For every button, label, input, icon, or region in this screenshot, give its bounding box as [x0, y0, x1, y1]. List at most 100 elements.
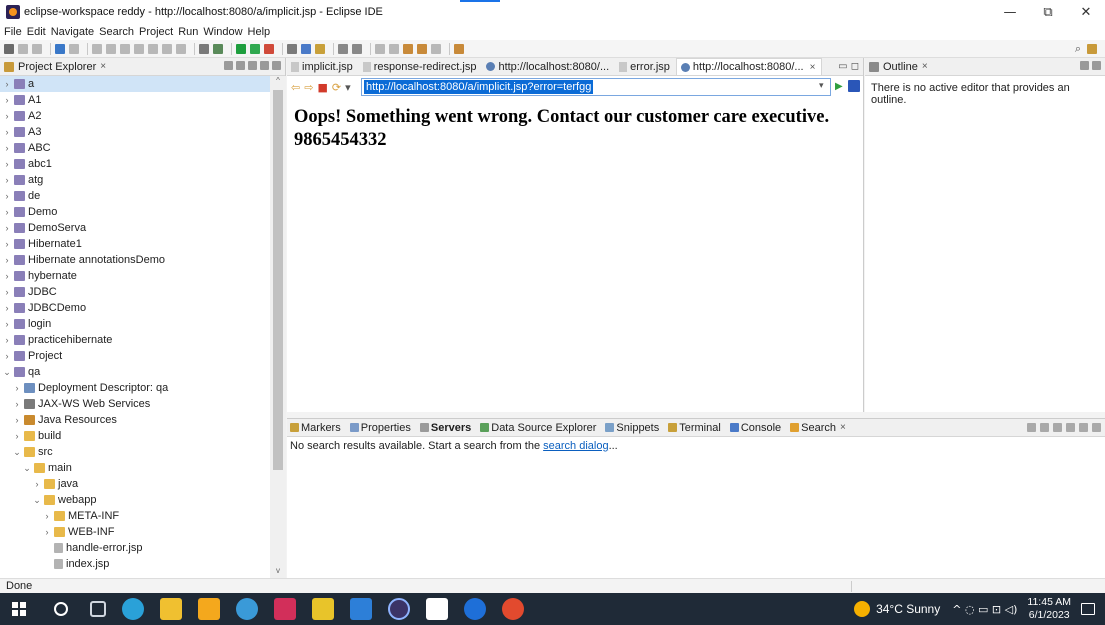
- close-tab-icon[interactable]: ×: [840, 422, 846, 433]
- tree-item[interactable]: › A1: [0, 92, 270, 108]
- chevron-down-icon[interactable]: ⌄: [32, 495, 42, 506]
- menu-help[interactable]: Help: [248, 26, 271, 38]
- tree-item[interactable]: ⌄ qa: [0, 364, 270, 380]
- chevron-right-icon[interactable]: ›: [2, 191, 12, 201]
- tree-item[interactable]: › A3: [0, 124, 270, 140]
- chevron-right-icon[interactable]: ›: [2, 223, 12, 233]
- close-view-icon[interactable]: ×: [100, 61, 106, 72]
- coverage-icon[interactable]: [264, 43, 274, 54]
- panel-maximize-icon[interactable]: [1092, 423, 1101, 432]
- step-return-icon[interactable]: [176, 43, 186, 54]
- disconnect-icon[interactable]: [134, 43, 144, 54]
- tree-item[interactable]: handle-error.jsp: [0, 540, 270, 556]
- clock[interactable]: 11:45 AM 6/1/2023: [1027, 596, 1071, 622]
- tree-item[interactable]: › JDBC: [0, 284, 270, 300]
- annotation-icon[interactable]: [352, 43, 362, 54]
- tree-item[interactable]: › WEB-INF: [0, 524, 270, 540]
- restore-button[interactable]: ⧉: [1029, 0, 1067, 24]
- new-java-icon[interactable]: [301, 43, 311, 54]
- tree-item[interactable]: › practicehibernate: [0, 332, 270, 348]
- history-dropdown-icon[interactable]: ▾: [345, 81, 351, 94]
- file-explorer-icon[interactable]: [160, 598, 182, 620]
- bottom-tab[interactable]: Snippets: [602, 422, 659, 434]
- notification-icon[interactable]: [1081, 603, 1095, 615]
- chrome-icon[interactable]: [502, 598, 524, 620]
- close-button[interactable]: ✕: [1067, 0, 1105, 24]
- tree-item[interactable]: › A2: [0, 108, 270, 124]
- chevron-right-icon[interactable]: ›: [2, 303, 12, 313]
- editor-tab[interactable]: implicit.jsp: [287, 58, 359, 75]
- bottom-tab[interactable]: Servers: [417, 422, 471, 434]
- editor-tab[interactable]: http://localhost:8080/... ×: [675, 58, 823, 75]
- tree-item[interactable]: › login: [0, 316, 270, 332]
- bottom-tab[interactable]: Search ×: [787, 422, 846, 434]
- skip-icon[interactable]: [69, 43, 79, 54]
- search-prev-icon[interactable]: [1027, 423, 1036, 432]
- new-icon[interactable]: [4, 43, 14, 54]
- refresh-icon[interactable]: ⟳: [332, 81, 341, 94]
- tree-scrollbar[interactable]: ^ v: [270, 76, 286, 578]
- windows-start-icon[interactable]: [12, 602, 26, 616]
- chevron-right-icon[interactable]: ›: [2, 351, 12, 361]
- search-toolbar-icon[interactable]: [338, 43, 348, 54]
- chevron-down-icon[interactable]: ⌄: [12, 447, 22, 458]
- chevron-right-icon[interactable]: ›: [2, 239, 12, 249]
- maximize-view-icon[interactable]: [272, 61, 281, 70]
- new-server-icon[interactable]: [287, 43, 297, 54]
- pycharm-icon[interactable]: [312, 598, 334, 620]
- tree-item[interactable]: › ABC: [0, 140, 270, 156]
- chevron-down-icon[interactable]: ⌄: [22, 463, 32, 474]
- chevron-right-icon[interactable]: ›: [2, 175, 12, 185]
- url-text[interactable]: http://localhost:8080/a/implicit.jsp?err…: [364, 80, 594, 94]
- close-tab-icon[interactable]: ×: [810, 62, 816, 73]
- search-history-icon[interactable]: [1053, 423, 1062, 432]
- chevron-right-icon[interactable]: ›: [12, 399, 22, 409]
- pin-icon[interactable]: [454, 43, 464, 54]
- outline-maximize-icon[interactable]: [1092, 61, 1101, 70]
- tree-item[interactable]: › abc1: [0, 156, 270, 172]
- collapse-all-icon[interactable]: [224, 61, 233, 70]
- open-task-icon[interactable]: [315, 43, 325, 54]
- menu-run[interactable]: Run: [178, 26, 198, 38]
- build-icon[interactable]: [213, 43, 223, 54]
- suspend-icon[interactable]: [106, 43, 116, 54]
- notepad-icon[interactable]: [426, 598, 448, 620]
- save-icon[interactable]: [18, 43, 28, 54]
- bottom-tab[interactable]: Properties: [347, 422, 411, 434]
- forward-arrow-icon[interactable]: ⇨: [304, 81, 313, 94]
- chevron-right-icon[interactable]: ›: [2, 271, 12, 281]
- stats-app-icon[interactable]: [198, 598, 220, 620]
- editor-minmax-icon[interactable]: ▭ ◻: [838, 61, 859, 72]
- tree-item[interactable]: › Deployment Descriptor: qa: [0, 380, 270, 396]
- bottom-tab[interactable]: Markers: [287, 422, 341, 434]
- tree-item[interactable]: › java: [0, 476, 270, 492]
- project-explorer-title[interactable]: Project Explorer: [18, 61, 96, 73]
- app-icon[interactable]: [236, 598, 258, 620]
- scroll-thumb[interactable]: [273, 90, 283, 470]
- tree-item[interactable]: › de: [0, 188, 270, 204]
- tray-icons[interactable]: ^ ◌ ▭ ⊡ ◁): [952, 603, 1017, 616]
- forward-icon[interactable]: [431, 43, 441, 54]
- chevron-right-icon[interactable]: ›: [42, 527, 52, 537]
- tree-item[interactable]: › hybernate: [0, 268, 270, 284]
- chevron-right-icon[interactable]: ›: [2, 287, 12, 297]
- tree-item[interactable]: › Hibernate1: [0, 236, 270, 252]
- save-all-icon[interactable]: [32, 43, 42, 54]
- task-view-icon[interactable]: [90, 601, 106, 617]
- bottom-tab[interactable]: Data Source Explorer: [477, 422, 596, 434]
- editor-tab[interactable]: response-redirect.jsp: [359, 58, 483, 75]
- step-into-icon[interactable]: [148, 43, 158, 54]
- tree-item[interactable]: › Demo: [0, 204, 270, 220]
- last-edit-icon[interactable]: [403, 43, 413, 54]
- tree-item[interactable]: › META-INF: [0, 508, 270, 524]
- mail-icon[interactable]: [350, 598, 372, 620]
- chevron-right-icon[interactable]: ›: [2, 111, 12, 121]
- link-editor-icon[interactable]: [236, 61, 245, 70]
- tree-item[interactable]: ⌄ src: [0, 444, 270, 460]
- minimize-button[interactable]: —: [991, 0, 1029, 24]
- view-menu-icon[interactable]: [248, 61, 257, 70]
- tree-item[interactable]: › Java Resources: [0, 412, 270, 428]
- edge-icon[interactable]: [122, 598, 144, 620]
- go-icon[interactable]: ▶: [835, 81, 843, 92]
- menu-search[interactable]: Search: [99, 26, 134, 38]
